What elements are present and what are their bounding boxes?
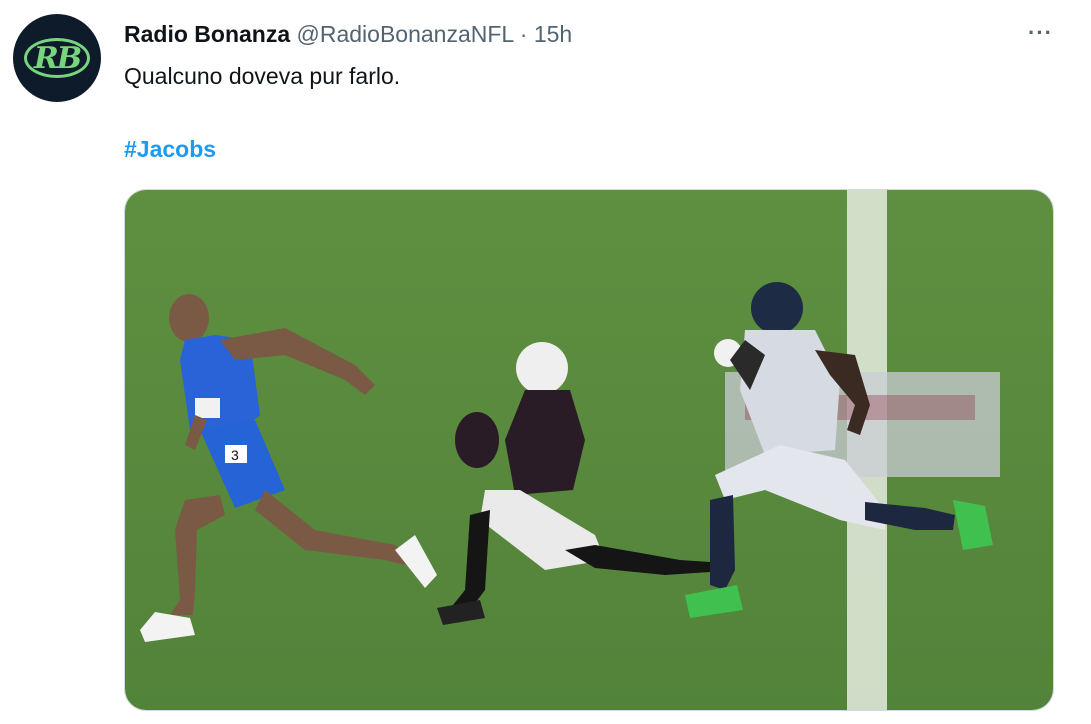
separator: · [519, 21, 528, 47]
tweet-header: Radio Bonanza @RadioBonanzaNFL · 15h [124, 20, 572, 48]
football-meme-image: 3 [125, 190, 1053, 710]
timestamp[interactable]: 15h [534, 21, 572, 47]
hashtag-link[interactable]: #Jacobs [124, 135, 216, 163]
more-options-icon[interactable]: ··· [1028, 20, 1053, 46]
radio-bonanza-logo-icon: RB [24, 38, 90, 78]
tweet-text: Qualcuno doveva pur farlo. [124, 63, 401, 89]
user-handle[interactable]: @RadioBonanzaNFL [297, 21, 514, 47]
tweet-media-image[interactable]: 3 [124, 189, 1054, 711]
avatar-text: RB [33, 40, 82, 76]
avatar[interactable]: RB [13, 14, 101, 102]
display-name[interactable]: Radio Bonanza [124, 21, 290, 47]
runner-bib-number: 3 [231, 447, 239, 463]
